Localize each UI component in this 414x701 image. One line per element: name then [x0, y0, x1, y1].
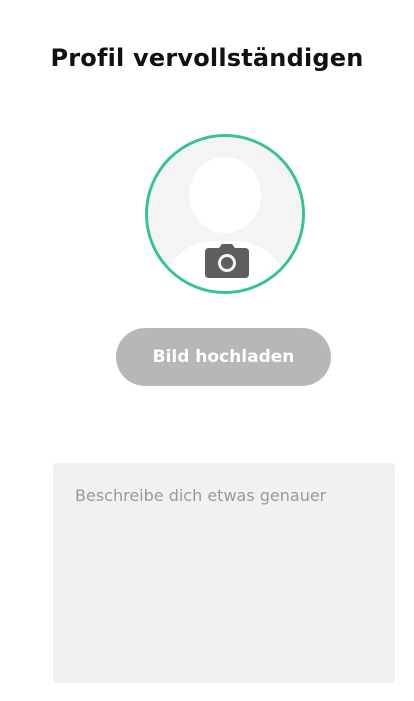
- camera-icon[interactable]: [205, 244, 249, 278]
- avatar[interactable]: [145, 134, 305, 294]
- profile-completion-screen: Profil vervollständigen Bild hochladen B…: [0, 0, 414, 701]
- description-textarea[interactable]: [53, 463, 395, 683]
- avatar-picker[interactable]: [145, 134, 305, 294]
- upload-image-button[interactable]: Bild hochladen: [116, 328, 331, 386]
- page-title: Profil vervollständigen: [50, 44, 364, 72]
